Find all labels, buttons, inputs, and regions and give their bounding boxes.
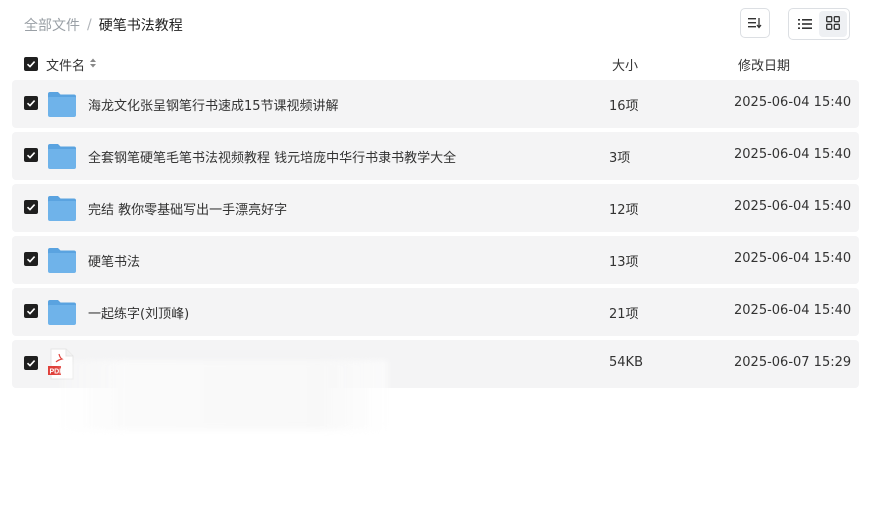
header-date[interactable]: 修改日期	[738, 55, 790, 74]
file-size: 13项	[609, 255, 639, 270]
select-all-checkbox[interactable]	[24, 57, 38, 71]
file-date: 2025-06-04 15:40	[734, 95, 852, 110]
file-name[interactable]: 完结 教你零基础写出一手漂亮好字	[88, 199, 287, 218]
list-view-button[interactable]	[791, 11, 819, 37]
folder-icon	[47, 246, 77, 274]
breadcrumb-separator: /	[87, 17, 92, 33]
file-name[interactable]: 全套钢笔硬笔毛笔书法视频教程 钱元培庞中华行书隶书教学大全	[88, 147, 456, 166]
file-size: 3项	[609, 151, 631, 166]
file-name[interactable]: 硬笔书法	[88, 251, 140, 270]
sort-arrows-icon	[89, 57, 97, 72]
row-checkbox[interactable]	[24, 356, 38, 370]
file-date: 2025-06-04 15:40	[734, 147, 852, 162]
header-size[interactable]: 大小	[612, 55, 638, 74]
file-size: 54KB	[609, 355, 643, 370]
redaction-blur	[60, 360, 388, 430]
file-name[interactable]: 一起练字(刘顶峰)	[88, 303, 189, 322]
file-date: 2025-06-04 15:40	[734, 303, 852, 318]
file-size: 21项	[609, 307, 639, 322]
table-row[interactable]: 一起练字(刘顶峰) 21项 2025-06-04 15:40	[12, 288, 859, 336]
header-name-label: 文件名	[46, 59, 86, 74]
folder-icon	[47, 142, 77, 170]
breadcrumb-root[interactable]: 全部文件	[24, 15, 80, 35]
view-toggle	[788, 8, 850, 40]
breadcrumb-current: 硬笔书法教程	[98, 18, 183, 34]
file-name[interactable]: 海龙文化张呈钢笔行书速成15节课视频讲解	[88, 95, 339, 114]
file-size: 16项	[609, 99, 639, 114]
sort-icon	[748, 14, 762, 33]
row-checkbox[interactable]	[24, 96, 38, 110]
table-row[interactable]: 完结 教你零基础写出一手漂亮好字 12项 2025-06-04 15:40	[12, 184, 859, 232]
header-name[interactable]: 文件名	[46, 55, 97, 74]
row-checkbox[interactable]	[24, 252, 38, 266]
file-list: 海龙文化张呈钢笔行书速成15节课视频讲解 16项 2025-06-04 15:40 全…	[12, 80, 859, 392]
grid-view-button[interactable]	[819, 11, 847, 37]
file-date: 2025-06-07 15:29	[734, 355, 852, 370]
list-view-icon	[798, 15, 812, 34]
breadcrumb: 全部文件 / 硬笔书法教程	[24, 15, 183, 35]
grid-view-icon	[826, 15, 840, 34]
table-row[interactable]: 硬笔书法 13项 2025-06-04 15:40	[12, 236, 859, 284]
file-date: 2025-06-04 15:40	[734, 251, 852, 266]
folder-icon	[47, 194, 77, 222]
folder-icon	[47, 90, 77, 118]
table-header: 文件名 大小 修改日期	[12, 52, 859, 76]
file-date: 2025-06-04 15:40	[734, 199, 852, 214]
folder-icon	[47, 298, 77, 326]
row-checkbox[interactable]	[24, 148, 38, 162]
table-row[interactable]: 海龙文化张呈钢笔行书速成15节课视频讲解 16项 2025-06-04 15:40	[12, 80, 859, 128]
row-checkbox[interactable]	[24, 200, 38, 214]
table-row[interactable]: 全套钢笔硬笔毛笔书法视频教程 钱元培庞中华行书隶书教学大全 3项 2025-06-0…	[12, 132, 859, 180]
file-size: 12项	[609, 203, 639, 218]
row-checkbox[interactable]	[24, 304, 38, 318]
sort-button[interactable]	[740, 8, 770, 38]
top-bar: 全部文件 / 硬笔书法教程	[0, 0, 874, 48]
